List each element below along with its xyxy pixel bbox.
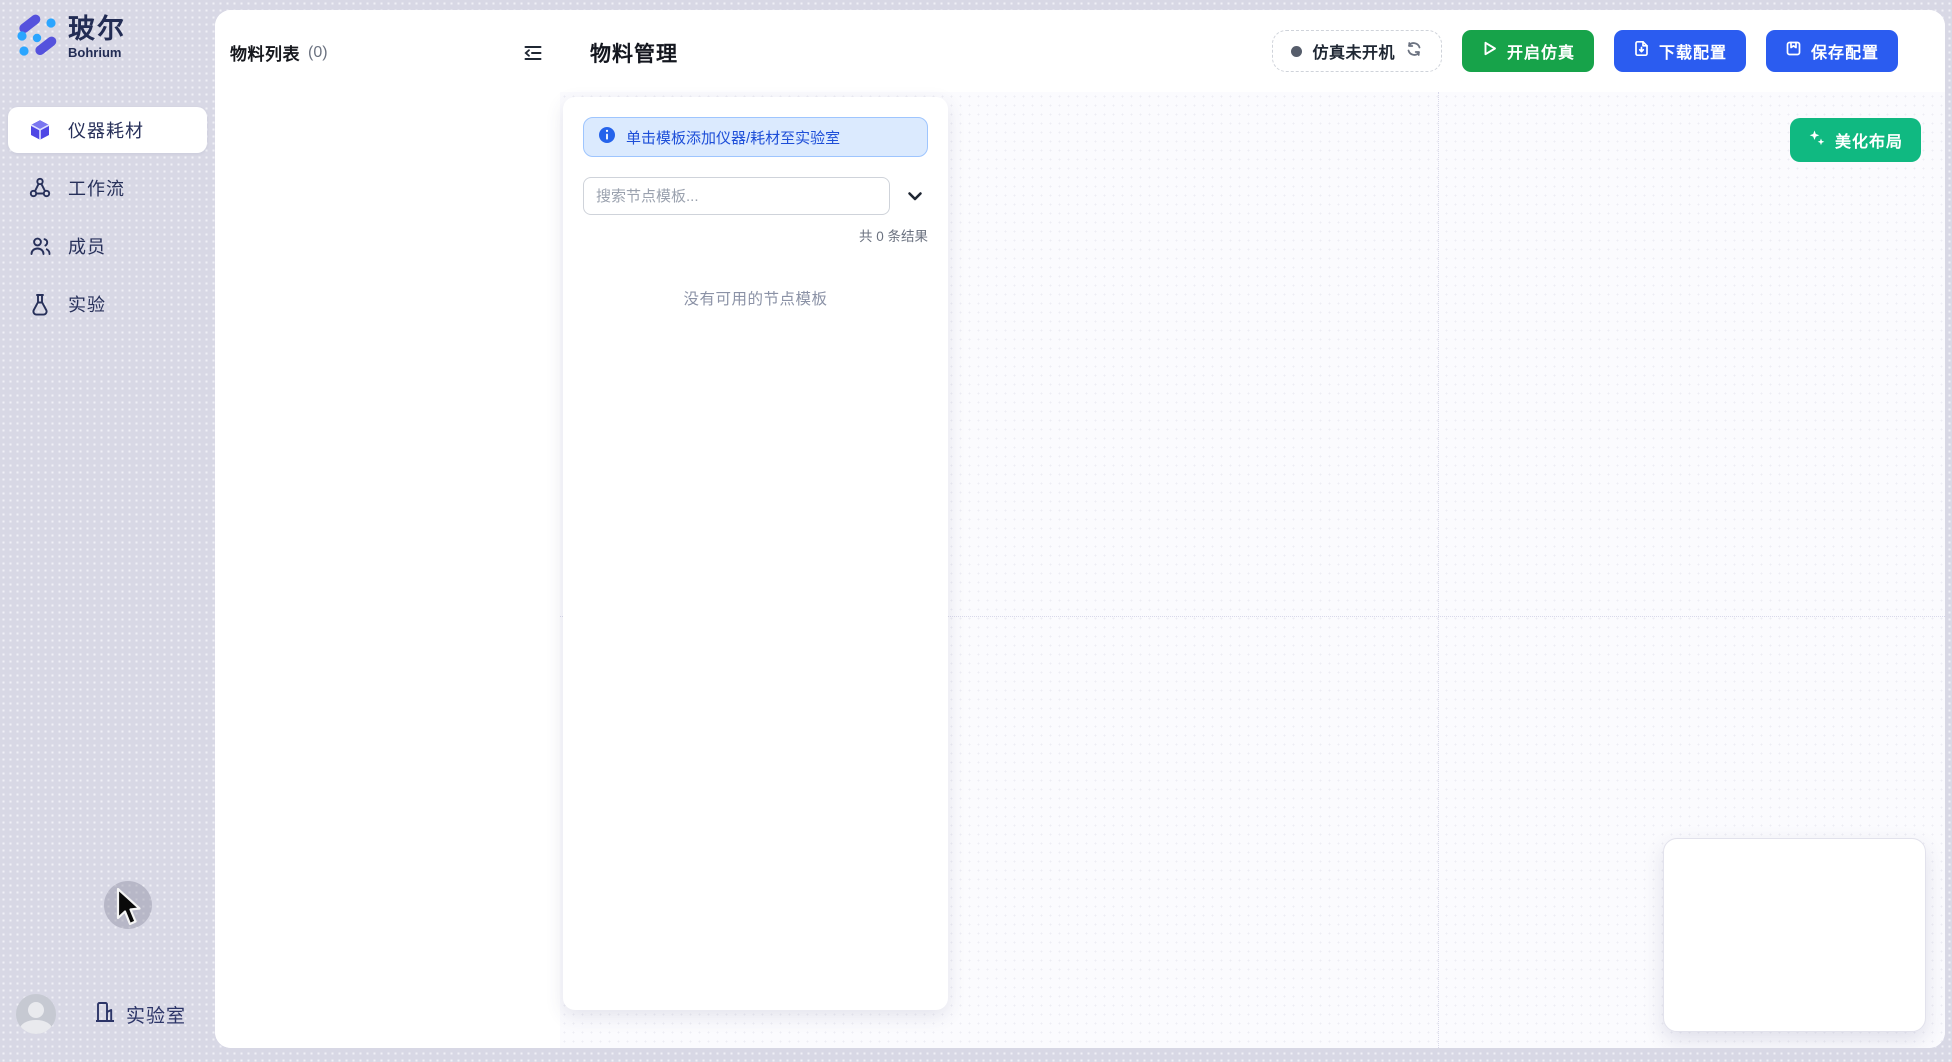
lab-switcher[interactable]: 实验室 bbox=[92, 999, 186, 1030]
simulation-status-pill[interactable]: 仿真未开机 bbox=[1272, 30, 1442, 72]
sidebar-item-label: 实验 bbox=[68, 291, 106, 317]
content-area: 物料列表 (0) 物料管理 仿真未开机 bbox=[215, 10, 1945, 1048]
file-download-icon bbox=[1633, 40, 1650, 62]
sidebar-item-experiments[interactable]: 实验 bbox=[8, 281, 207, 327]
building-icon bbox=[92, 999, 118, 1030]
save-config-label: 保存配置 bbox=[1811, 39, 1879, 63]
brand-logo: 玻尔 Bohrium bbox=[14, 14, 126, 65]
sidebar-item-instruments[interactable]: 仪器耗材 bbox=[8, 107, 207, 153]
beautify-layout-label: 美化布局 bbox=[1835, 128, 1903, 152]
sparkles-icon bbox=[1808, 129, 1826, 152]
collapse-panel-icon[interactable] bbox=[521, 41, 545, 65]
cube-icon bbox=[28, 118, 52, 142]
empty-state-text: 没有可用的节点模板 bbox=[583, 287, 928, 309]
lab-label: 实验室 bbox=[126, 1001, 186, 1028]
page-title: 物料管理 bbox=[590, 38, 678, 68]
node-template-panel: 单击模板添加仪器/耗材至实验室 共 0 条结果 没有可用的节点模板 bbox=[563, 97, 948, 1010]
info-banner: 单击模板添加仪器/耗材至实验室 bbox=[583, 117, 928, 157]
info-icon bbox=[598, 126, 616, 148]
bohrium-logo-icon bbox=[14, 14, 60, 65]
experiment-icon bbox=[28, 292, 52, 316]
sidebar-footer: 实验室 bbox=[16, 994, 186, 1034]
sidebar-item-label: 仪器耗材 bbox=[68, 117, 144, 143]
results-count: 共 0 条结果 bbox=[583, 225, 928, 245]
user-avatar[interactable] bbox=[16, 994, 56, 1034]
play-icon bbox=[1481, 40, 1498, 62]
sidebar-item-label: 成员 bbox=[68, 233, 106, 259]
sidebar-item-label: 工作流 bbox=[68, 175, 125, 201]
start-simulation-label: 开启仿真 bbox=[1507, 39, 1575, 63]
info-banner-text: 单击模板添加仪器/耗材至实验室 bbox=[626, 127, 840, 148]
materials-list-count: (0) bbox=[308, 44, 328, 62]
members-icon bbox=[28, 234, 52, 258]
workflow-icon bbox=[28, 176, 52, 200]
layout-canvas[interactable]: 单击模板添加仪器/耗材至实验室 共 0 条结果 没有可用的节点模板 bbox=[560, 92, 1945, 1048]
chevron-down-icon[interactable] bbox=[902, 183, 928, 209]
main-header: 物料管理 仿真未开机 开启仿真 bbox=[560, 10, 1945, 92]
sidebar-item-workflow[interactable]: 工作流 bbox=[8, 165, 207, 211]
download-config-label: 下载配置 bbox=[1659, 39, 1727, 63]
mouse-cursor-icon bbox=[115, 888, 145, 933]
simulation-status-label: 仿真未开机 bbox=[1312, 39, 1395, 63]
save-icon bbox=[1785, 40, 1802, 62]
download-config-button[interactable]: 下载配置 bbox=[1614, 30, 1746, 72]
brand-name-zh: 玻尔 bbox=[68, 14, 126, 44]
refresh-icon[interactable] bbox=[1405, 40, 1423, 63]
sidebar-nav: 仪器耗材 工作流 成员 bbox=[0, 107, 215, 339]
materials-list-panel: 物料列表 (0) bbox=[215, 10, 560, 1048]
search-input[interactable] bbox=[583, 177, 890, 215]
minimap[interactable] bbox=[1663, 838, 1926, 1032]
materials-list-title: 物料列表 bbox=[230, 40, 300, 65]
start-simulation-button[interactable]: 开启仿真 bbox=[1462, 30, 1594, 72]
save-config-button[interactable]: 保存配置 bbox=[1766, 30, 1898, 72]
canvas-guide-line bbox=[1438, 92, 1439, 1048]
beautify-layout-button[interactable]: 美化布局 bbox=[1790, 118, 1921, 162]
brand-name-en: Bohrium bbox=[68, 45, 126, 60]
status-dot-icon bbox=[1291, 46, 1302, 57]
sidebar-item-members[interactable]: 成员 bbox=[8, 223, 207, 269]
